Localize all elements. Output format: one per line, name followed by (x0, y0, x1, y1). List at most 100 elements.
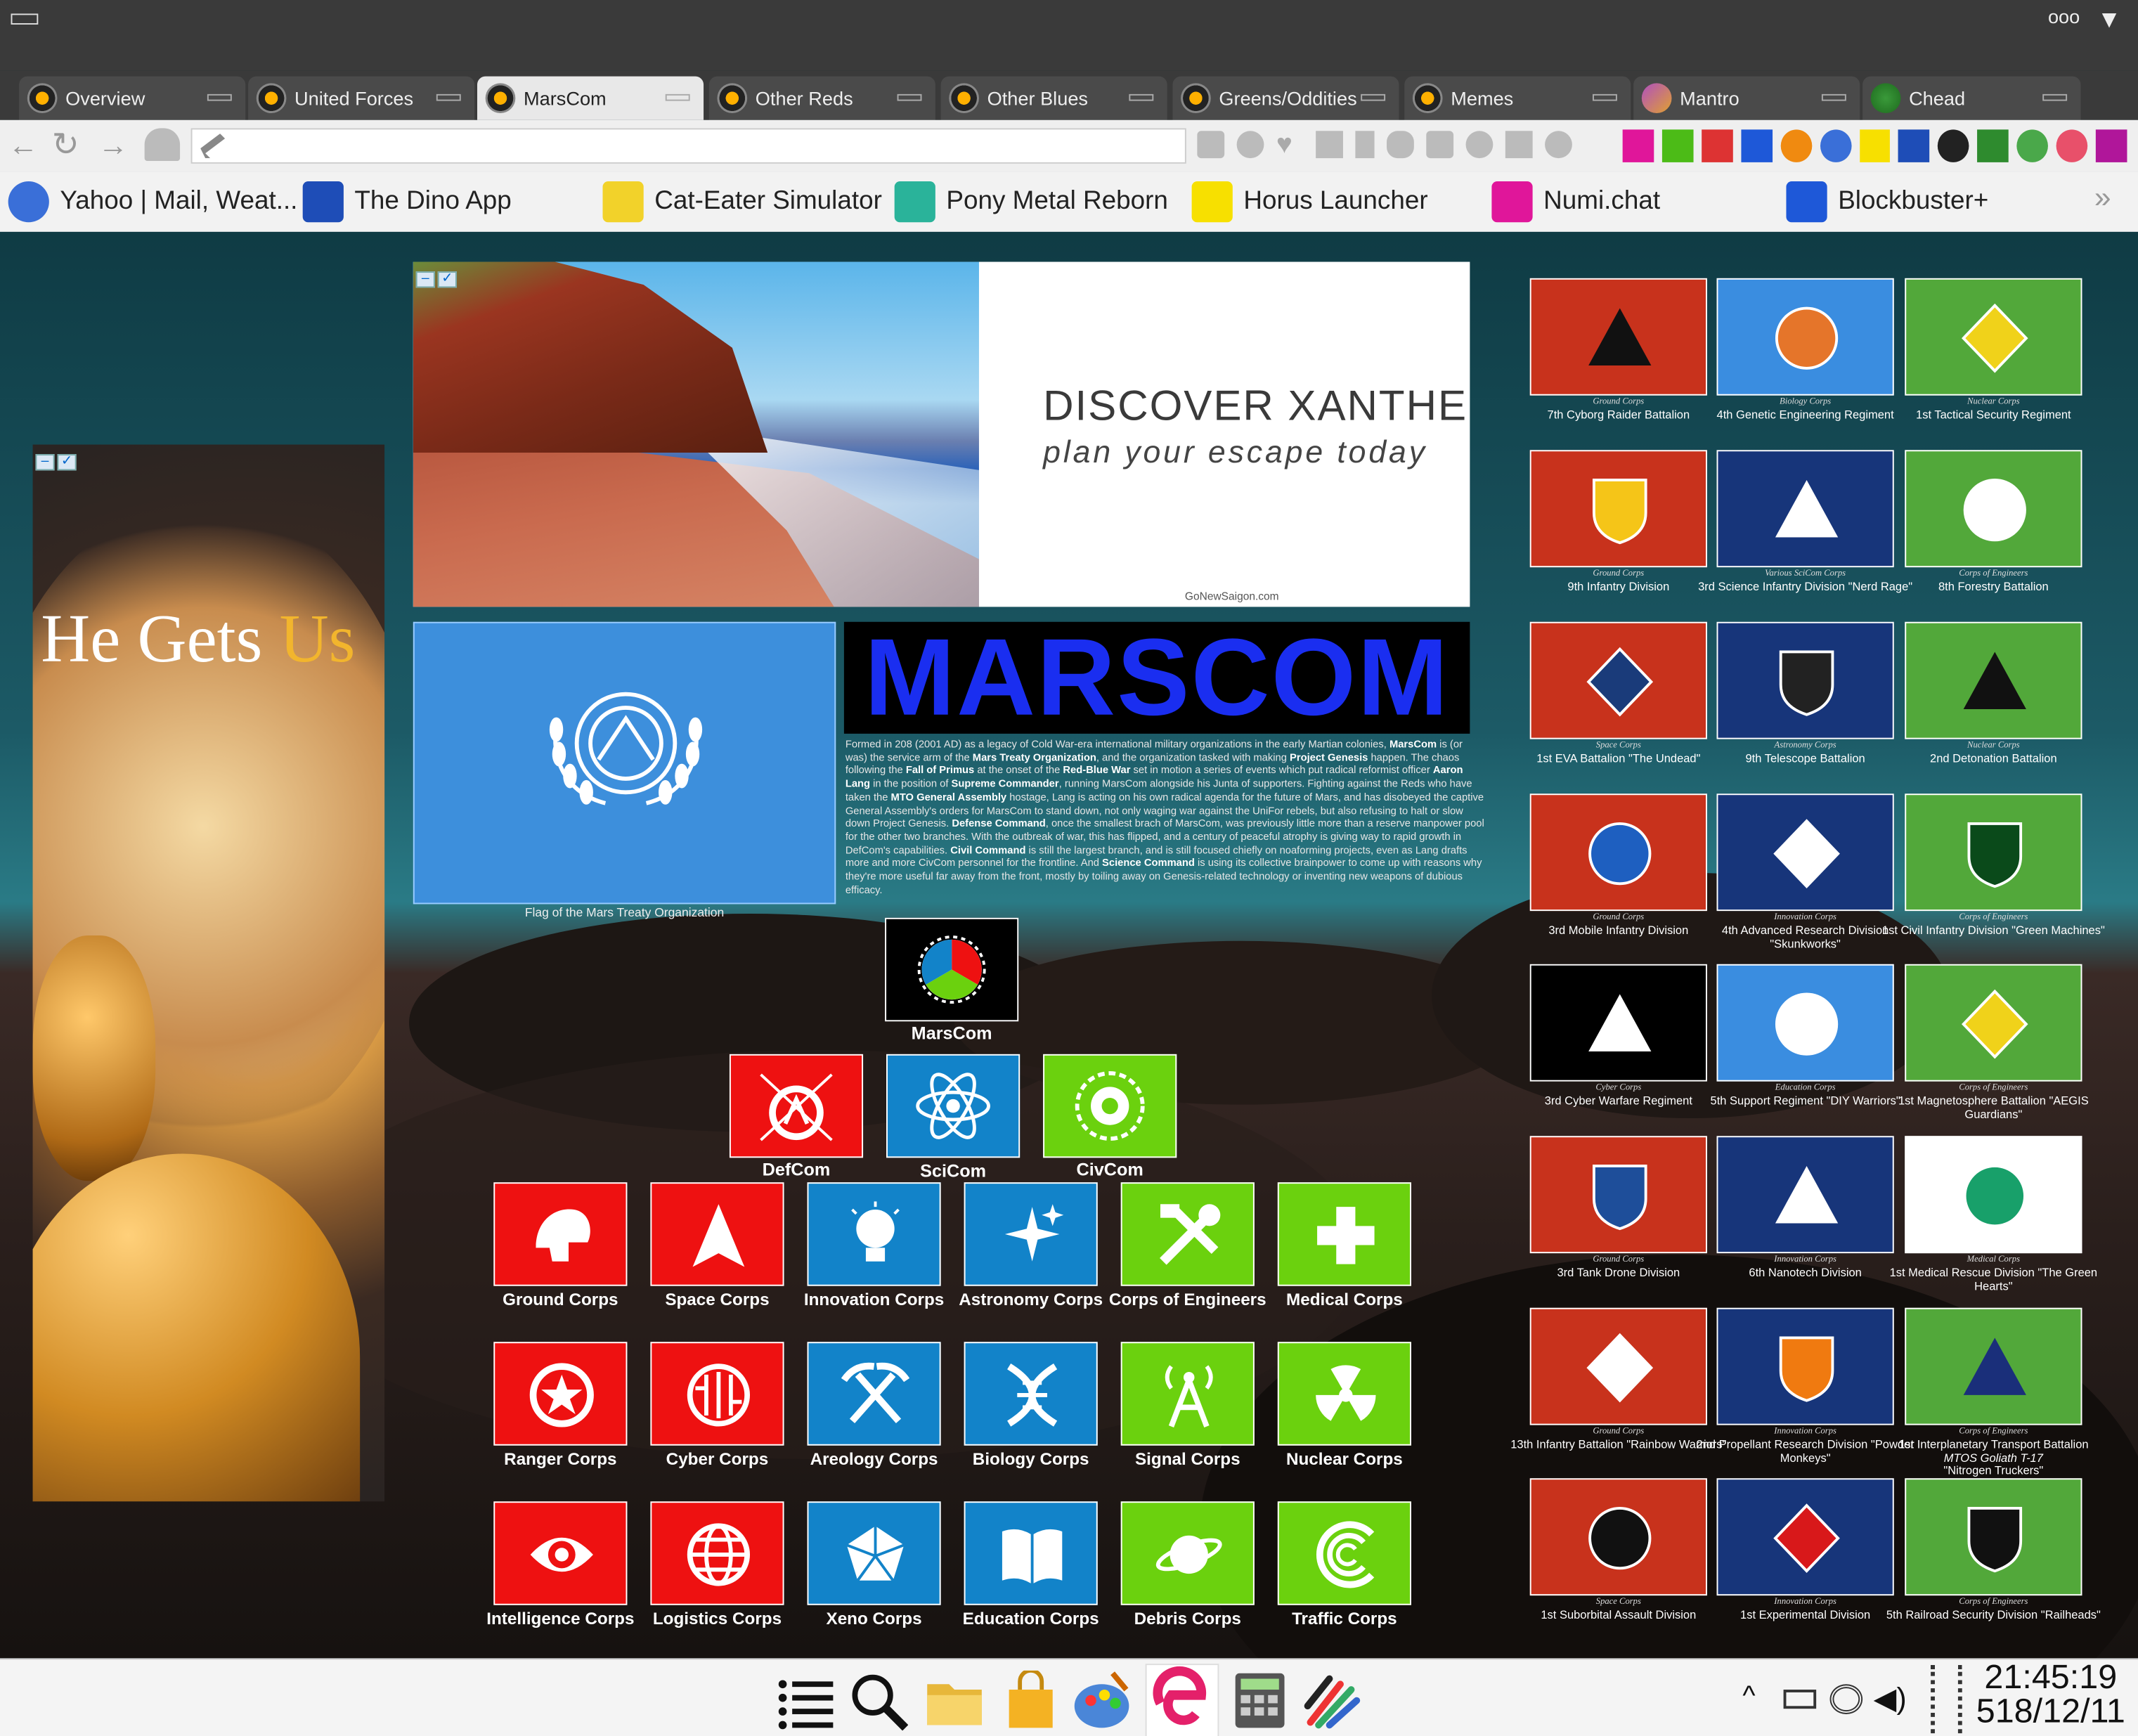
bookmark-5[interactable]: Numi.chat (1491, 181, 1660, 223)
corps-tile-7[interactable] (650, 1342, 784, 1446)
unit-patch-1[interactable] (1716, 278, 1894, 396)
chat-icon[interactable] (1197, 131, 1225, 159)
bookmark-icon[interactable] (1355, 131, 1375, 159)
web-app-icon[interactable] (2095, 129, 2127, 162)
settings-icon[interactable] (1545, 131, 1572, 159)
corps-tile-15[interactable] (964, 1501, 1098, 1605)
corps-tile-14[interactable] (807, 1501, 941, 1605)
tab-0[interactable]: Overview (19, 76, 246, 120)
palette-icon[interactable] (1072, 1671, 1132, 1730)
unit-patch-19[interactable] (1716, 1307, 1894, 1425)
unit-patch-2[interactable] (1905, 278, 2082, 396)
reader-icon[interactable] (1505, 131, 1533, 159)
corps-tile-12[interactable] (493, 1501, 628, 1605)
heart-icon[interactable]: ♥ (1276, 131, 1304, 158)
sunrise-app-icon[interactable] (1938, 129, 1970, 162)
p-app-icon[interactable] (1661, 129, 1694, 162)
corps-tile-0[interactable] (493, 1182, 628, 1286)
unit-patch-9[interactable] (1529, 793, 1707, 912)
puzzle-icon[interactable] (1316, 131, 1343, 159)
unit-patch-4[interactable] (1716, 450, 1894, 568)
bookmark-3[interactable]: Pony Metal Reborn (894, 181, 1168, 223)
numi-app-icon[interactable] (1622, 129, 1654, 162)
tab-close-icon[interactable] (1361, 93, 1386, 101)
unit-patch-21[interactable] (1529, 1478, 1707, 1596)
corps-tile-4[interactable] (1120, 1182, 1255, 1286)
home-icon[interactable] (144, 128, 181, 161)
he-gets-us-ad[interactable]: He Gets Us – ✓ (32, 444, 385, 1502)
unit-patch-12[interactable] (1529, 964, 1707, 1082)
ad-check-icon[interactable]: ✓ (437, 271, 457, 288)
unit-patch-3[interactable] (1529, 450, 1707, 568)
corps-tile-2[interactable] (807, 1182, 941, 1286)
tab-close-icon[interactable] (207, 93, 232, 101)
unit-patch-10[interactable] (1716, 793, 1894, 912)
corps-tile-3[interactable] (964, 1182, 1098, 1286)
brain-icon[interactable] (1387, 131, 1414, 159)
unit-patch-5[interactable] (1905, 450, 2082, 568)
tab-close-icon[interactable] (1592, 93, 1617, 101)
unit-patch-15[interactable] (1529, 1136, 1707, 1254)
unit-patch-13[interactable] (1716, 964, 1894, 1082)
keyboard-icon[interactable] (1783, 1690, 1817, 1709)
tab-close-icon[interactable] (665, 93, 690, 101)
ad-controls[interactable]: – ✓ (35, 447, 84, 471)
back-icon[interactable]: ← (8, 128, 39, 163)
tab-8[interactable]: Chead (1862, 76, 2081, 120)
unit-patch-20[interactable] (1905, 1307, 2082, 1425)
unit-patch-16[interactable] (1716, 1136, 1894, 1254)
translate-icon[interactable] (1426, 131, 1454, 159)
scicom-box[interactable] (886, 1054, 1021, 1158)
calculator-icon[interactable] (1230, 1671, 1290, 1730)
bookmark-2[interactable]: Cat-Eater Simulator (602, 181, 882, 223)
volume-icon[interactable]: ◀) (1874, 1681, 1907, 1716)
tab-close-icon[interactable] (2042, 93, 2068, 101)
planet-app-icon[interactable] (1780, 129, 1812, 162)
unit-patch-22[interactable] (1716, 1478, 1894, 1596)
horus-app-icon[interactable] (1859, 129, 1891, 162)
globe-app-icon[interactable] (1820, 129, 1851, 162)
unit-patch-18[interactable] (1529, 1307, 1707, 1425)
marscom-root-box[interactable] (885, 917, 1019, 1022)
corps-tile-16[interactable] (1120, 1501, 1255, 1605)
reload-icon[interactable]: ↻ (52, 126, 79, 165)
tab-3[interactable]: Other Reds (708, 76, 935, 120)
bookmark-4[interactable]: Horus Launcher (1191, 181, 1428, 223)
unit-patch-7[interactable] (1716, 621, 1894, 739)
app-icon[interactable] (1302, 1671, 1362, 1730)
tab-close-icon[interactable] (897, 93, 922, 101)
tree-app-icon[interactable] (1977, 129, 2009, 162)
corps-tile-10[interactable] (1120, 1342, 1255, 1446)
defcom-box[interactable] (729, 1054, 864, 1158)
folder-icon[interactable] (924, 1671, 984, 1730)
bookmarks-overflow-icon[interactable]: » (2094, 180, 2111, 215)
discover-xanthe-ad[interactable]: DISCOVER XANTHE plan your escape today G… (413, 261, 1470, 607)
tab-close-icon[interactable] (1821, 93, 1846, 101)
unit-patch-23[interactable] (1905, 1478, 2082, 1596)
window-more-icon[interactable]: ooo (2048, 6, 2080, 27)
corps-tile-1[interactable] (650, 1182, 784, 1286)
corps-tile-5[interactable] (1277, 1182, 1411, 1286)
tab-close-icon[interactable] (436, 93, 461, 101)
share-icon[interactable] (1236, 131, 1264, 159)
pie-app-icon[interactable] (2016, 129, 2049, 162)
bookmark-6[interactable]: Blockbuster+ (1786, 181, 1988, 223)
corps-tile-13[interactable] (650, 1501, 784, 1605)
unit-patch-17[interactable] (1905, 1136, 2082, 1254)
tab-6[interactable]: Memes (1404, 76, 1631, 120)
unit-patch-11[interactable] (1905, 793, 2082, 912)
corps-tile-8[interactable] (807, 1342, 941, 1446)
forward-icon[interactable]: → (98, 128, 129, 163)
corps-tile-11[interactable] (1277, 1342, 1411, 1446)
edge-icon[interactable] (1145, 1664, 1219, 1736)
reader-app-icon[interactable] (1701, 129, 1733, 162)
tab-5[interactable]: Greens/Oddities (1172, 76, 1399, 120)
unit-patch-0[interactable] (1529, 278, 1707, 396)
ad-controls[interactable]: – ✓ (415, 264, 465, 288)
menu-icon[interactable] (775, 1671, 834, 1730)
ad-minimize-icon[interactable]: – (35, 454, 55, 471)
window-chevron-icon[interactable]: ▼ (2097, 6, 2122, 34)
bookmark-0[interactable]: Yahoo | Mail, Weat... (8, 181, 297, 223)
corps-tile-9[interactable] (964, 1342, 1098, 1446)
blockbuster-app-icon[interactable] (1740, 129, 1773, 162)
